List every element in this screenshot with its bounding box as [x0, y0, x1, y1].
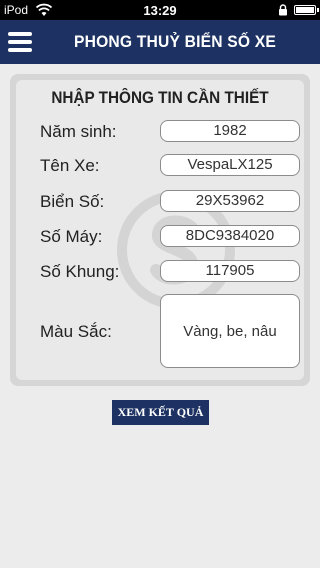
form-row-frame-number: Số Khung: 117905 [10, 260, 310, 284]
form-row-birth-year: Năm sinh: 1982 [10, 120, 310, 144]
form-row-engine-number: Số Máy: 8DC9384020 [10, 225, 310, 249]
color-label: Màu Sắc: [40, 322, 112, 341]
menu-icon-bar [8, 32, 32, 36]
input-form-card: NHẬP THÔNG TIN CẦN THIẾT Năm sinh: 1982 … [10, 74, 310, 386]
birth-year-field[interactable]: 1982 [160, 120, 300, 142]
form-row-color: Màu Sắc: Vàng, be, nâu [10, 294, 310, 370]
menu-icon-bar [8, 48, 32, 52]
plate-number-field[interactable]: 29X53962 [160, 190, 300, 212]
vehicle-name-field[interactable]: VespaLX125 [160, 154, 300, 176]
form-title: NHẬP THÔNG TIN CẦN THIẾT [51, 88, 269, 107]
lock-icon [279, 4, 287, 16]
vehicle-name-label: Tên Xe: [40, 156, 100, 175]
plate-number-label: Biển Số: [40, 192, 105, 211]
engine-number-label: Số Máy: [40, 227, 103, 246]
frame-number-label: Số Khung: [40, 262, 120, 281]
nav-bar: PHONG THUỶ BIỂN SỐ XE [0, 20, 320, 64]
status-bar: iPod 13:29 [0, 0, 320, 20]
menu-button[interactable] [8, 27, 32, 57]
form-row-vehicle-name: Tên Xe: VespaLX125 [10, 154, 310, 178]
menu-icon-bar [8, 40, 32, 44]
battery-icon [294, 5, 319, 15]
engine-number-field[interactable]: 8DC9384020 [160, 225, 300, 247]
birth-year-label: Năm sinh: [40, 122, 117, 141]
view-result-button[interactable]: XEM KẾT QUẢ [112, 400, 209, 425]
status-time: 13:29 [143, 3, 177, 18]
page-title: PHONG THUỶ BIỂN SỐ XE [73, 32, 276, 51]
color-field[interactable]: Vàng, be, nâu [160, 294, 300, 368]
frame-number-field[interactable]: 117905 [160, 260, 300, 282]
form-row-plate-number: Biển Số: 29X53962 [10, 190, 310, 214]
